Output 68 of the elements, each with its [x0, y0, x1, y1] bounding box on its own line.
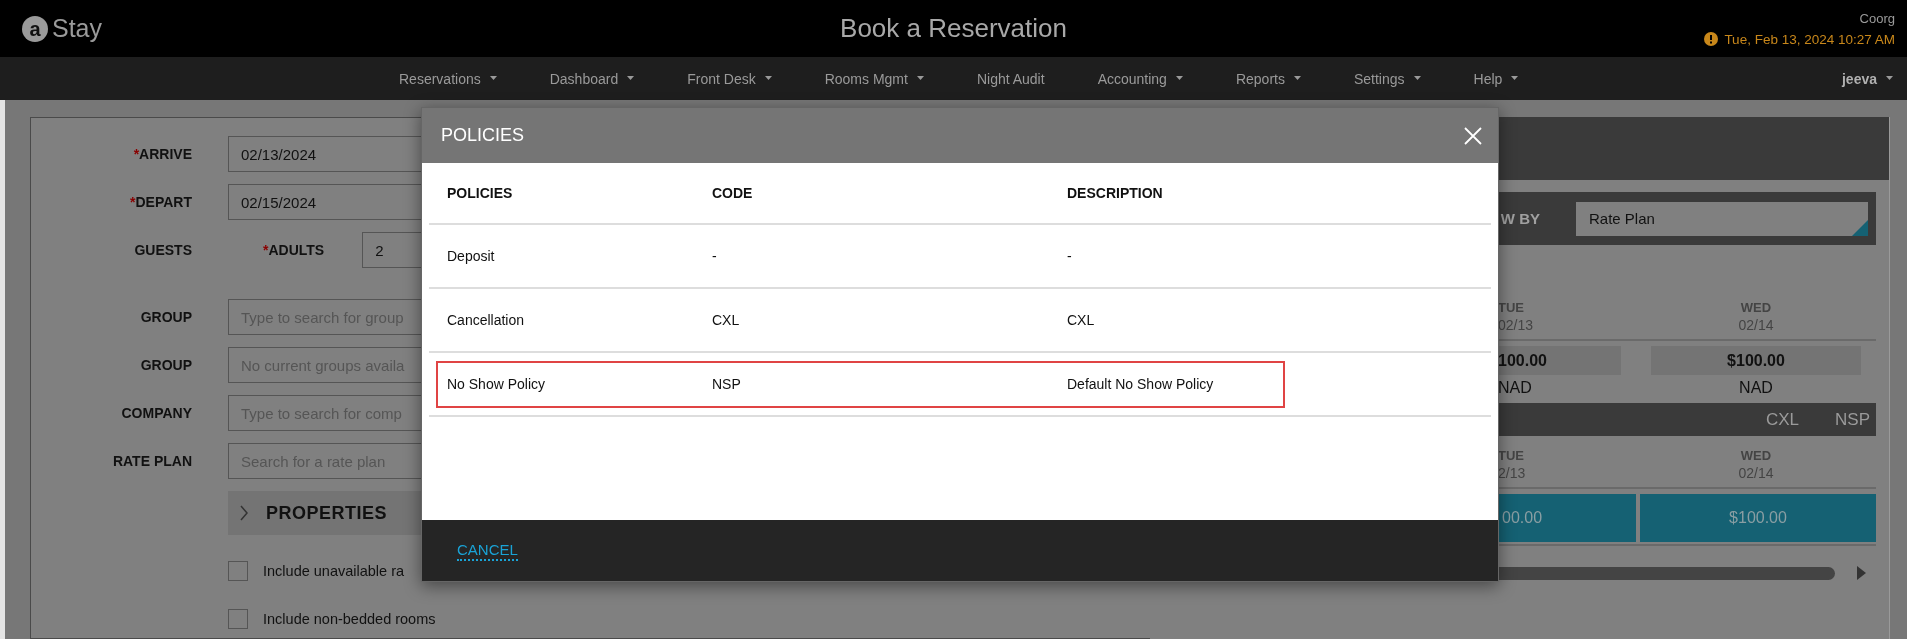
caret-icon [1511, 76, 1519, 81]
weekday-label: WED [1740, 448, 1772, 463]
date-time: Tue, Feb 13, 2024 10:27 AM [1724, 31, 1895, 47]
caret-icon [1413, 76, 1421, 81]
checkbox[interactable] [228, 609, 248, 629]
view-by-select[interactable]: Rate Plan [1576, 201, 1868, 236]
day-date: 02/13 [1498, 317, 1534, 333]
cancel-link[interactable]: CANCEL [457, 540, 518, 561]
nav-menu-item[interactable]: Front Desk [687, 70, 772, 87]
checkbox-label: Include non-bedded rooms [263, 611, 436, 627]
table-cell-text: NSP [711, 376, 742, 392]
caret-icon [489, 76, 497, 81]
field-label: *ARRIVE [132, 146, 192, 162]
column-header: DESCRIPTION [1066, 185, 1164, 201]
logo-name: Stay [52, 14, 103, 43]
column-header: POLICIES [446, 185, 514, 201]
nav-menu-item[interactable]: Night Audit [976, 70, 1045, 87]
field-label: GROUP [139, 309, 192, 325]
caret-icon [916, 76, 924, 81]
field-label: RATE PLAN [111, 453, 192, 469]
day-date: 02/14 [1738, 465, 1774, 481]
column-header: CODE [711, 185, 754, 201]
table-cell-text: - [1066, 248, 1073, 264]
page-title: Book a Reservation [840, 13, 1067, 44]
field-label: GUESTS [133, 242, 192, 258]
scroll-right-icon[interactable] [1857, 566, 1866, 580]
table-cell-text: Cancellation [446, 312, 526, 328]
rate-price[interactable]: $100.00 [1651, 346, 1861, 375]
weekday-label: WED [1740, 300, 1772, 315]
policy-code: CXL [1765, 409, 1800, 430]
nav-menu-item[interactable]: Help [1473, 70, 1519, 87]
nav-menu-item[interactable]: Reservations [399, 70, 497, 87]
currency-label: NAD [1497, 379, 1532, 397]
checkbox[interactable] [228, 561, 248, 581]
weekday-label: TUE [1498, 448, 1524, 463]
user-menu[interactable]: jeeva [1841, 70, 1907, 87]
table-cell-text: Deposit [446, 248, 496, 264]
field-label: *ADULTS [263, 242, 325, 258]
nav-menu-item[interactable]: Settings [1353, 70, 1421, 87]
close-button[interactable] [1464, 126, 1482, 145]
day-date: 2/13 [1498, 465, 1526, 481]
logo-mark: a [22, 15, 48, 42]
policy-code: NSP [1835, 409, 1870, 430]
currency-label: NAD [1739, 379, 1773, 397]
day-date: 02/14 [1738, 317, 1774, 333]
dialog-title: POLICIES [441, 125, 525, 146]
table-cell-text: No Show Policy [446, 376, 547, 392]
table-cell-text: - [711, 248, 718, 264]
field-label: COMPANY [120, 405, 192, 421]
property-name: Coorg [1859, 10, 1895, 26]
table-cell-text: CXL [711, 312, 741, 328]
nav-menu-item[interactable]: Dashboard [549, 70, 635, 87]
alert-icon [1704, 32, 1719, 46]
caret-icon [627, 76, 635, 81]
field-label: *DEPART [129, 194, 192, 210]
nav-menu-item[interactable]: Reports [1235, 70, 1301, 87]
weekday-label: TUE [1498, 300, 1524, 315]
field-label: GROUP [139, 357, 192, 373]
view-by-label: W BY [1500, 210, 1540, 227]
nav-menu-item[interactable]: Accounting [1097, 70, 1183, 87]
table-cell-text: Default No Show Policy [1066, 376, 1215, 392]
caret-icon [1886, 76, 1893, 81]
table-cell-text: CXL [1066, 312, 1096, 328]
caret-icon [1175, 76, 1183, 81]
nav-menu-item[interactable]: Rooms Mgmt [824, 70, 924, 87]
caret-icon [764, 76, 772, 81]
caret-icon [1293, 76, 1301, 81]
checkbox-label: Include unavailable ra [263, 563, 405, 579]
